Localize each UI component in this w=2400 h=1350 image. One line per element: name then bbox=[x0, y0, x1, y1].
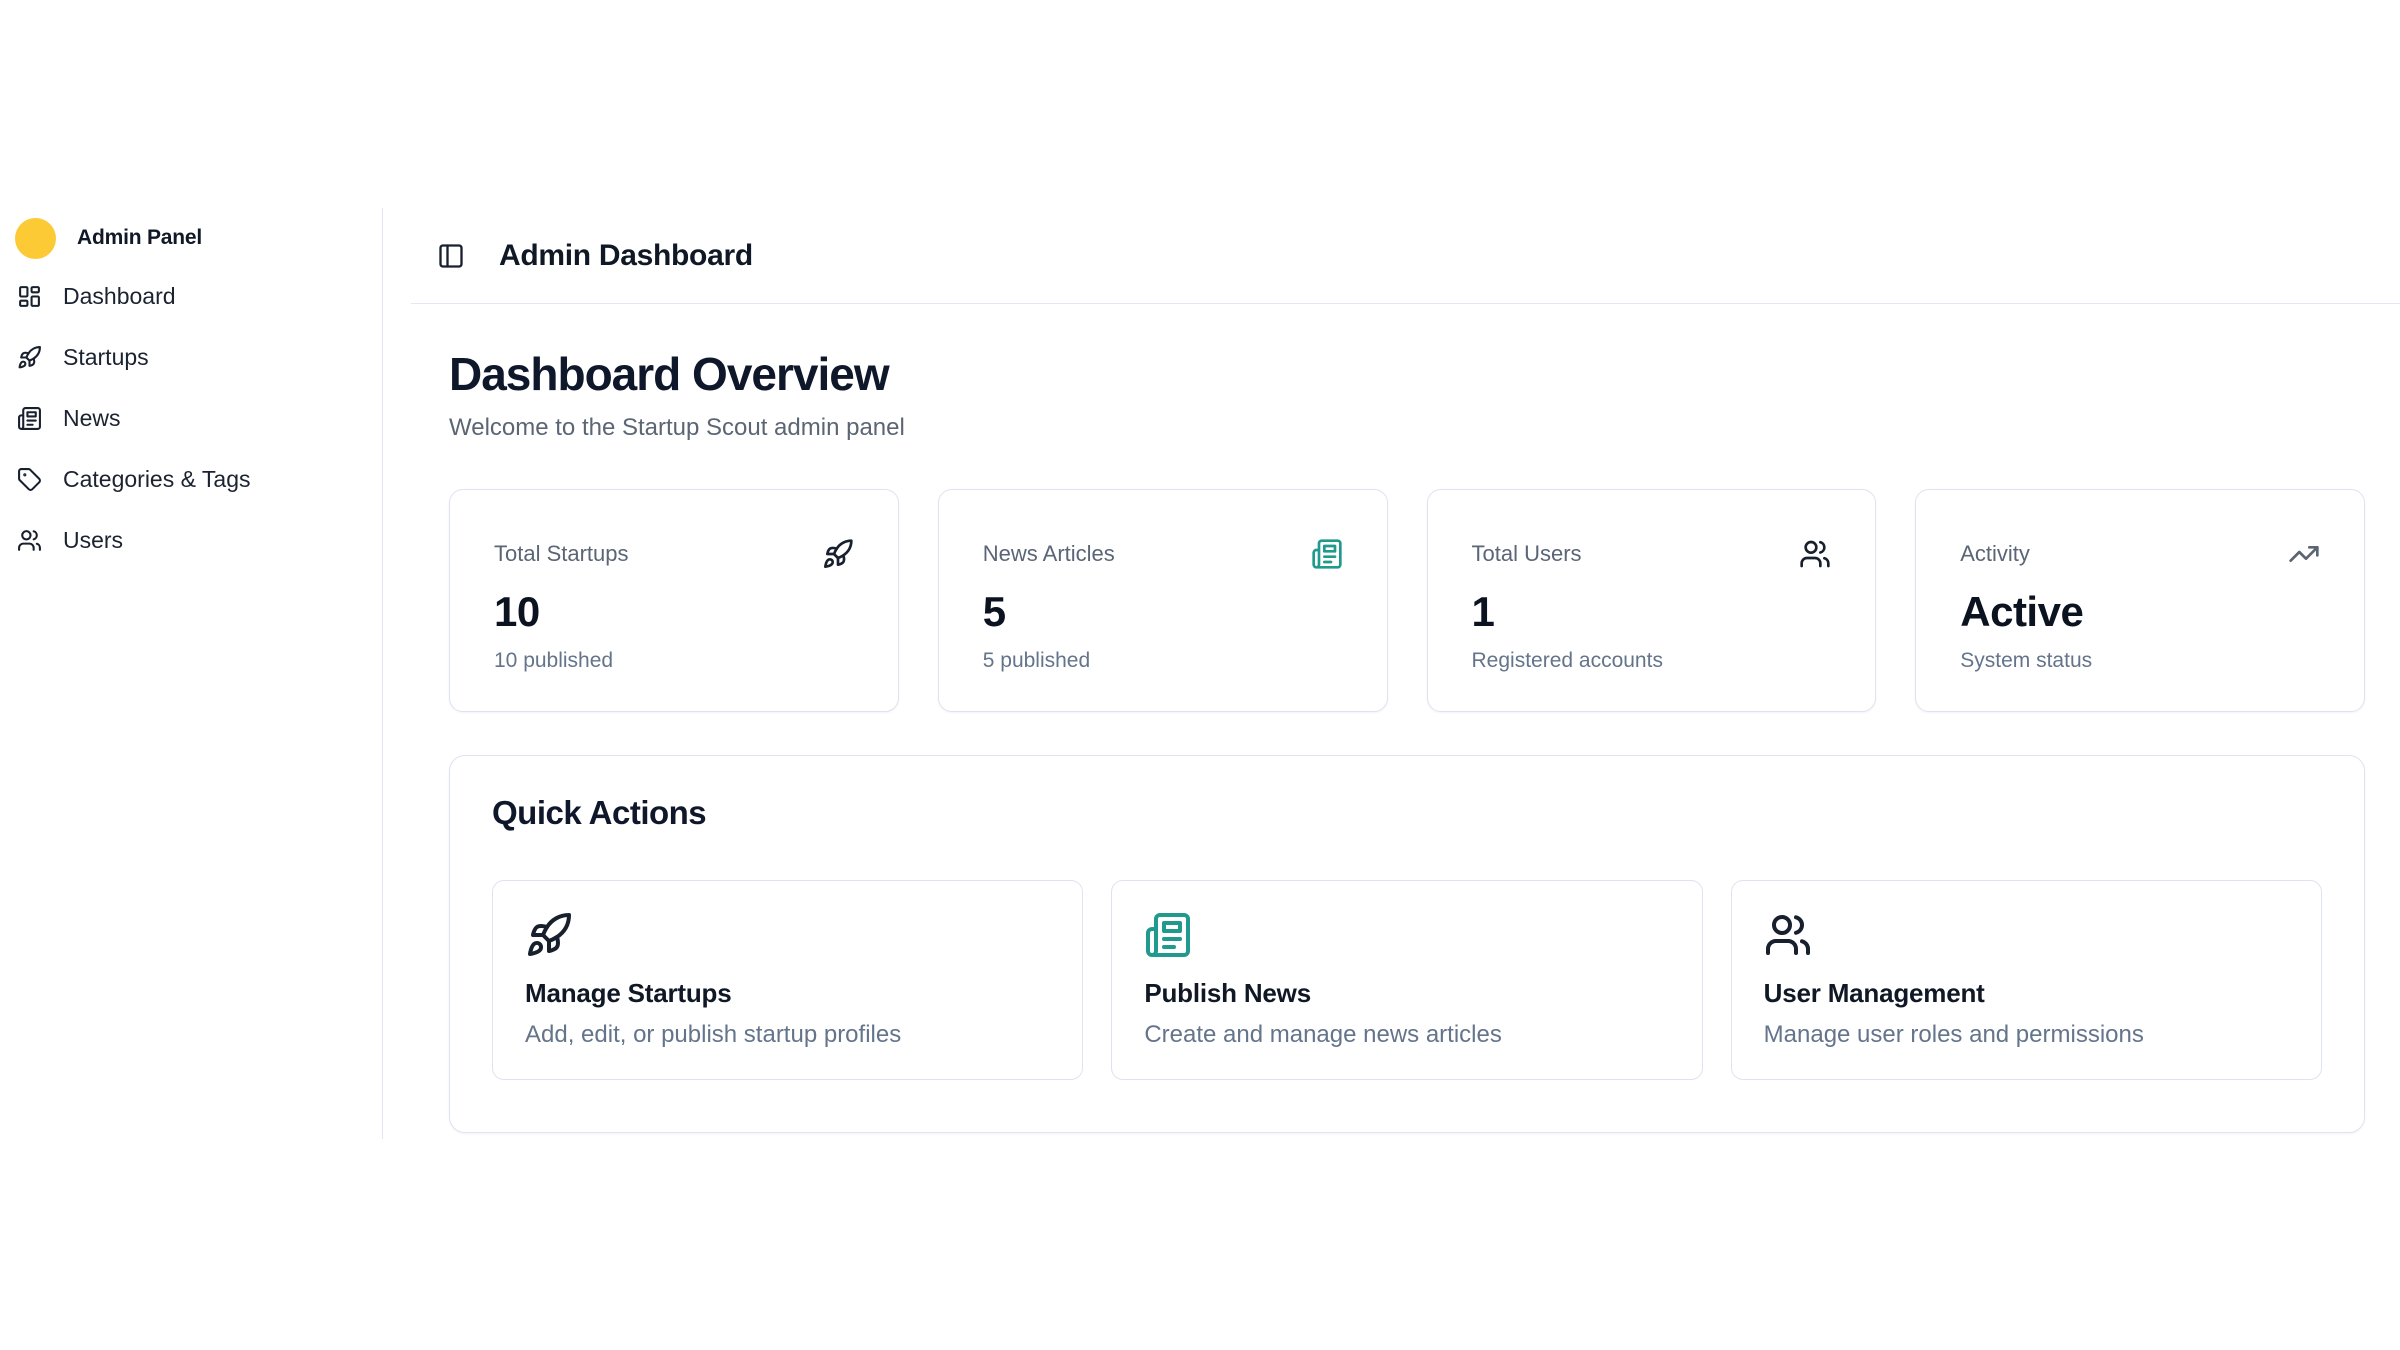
quick-actions-panel: Quick Actions Manage Startups Add, edit,… bbox=[449, 755, 2365, 1133]
stat-sub: 5 published bbox=[983, 650, 1343, 671]
sidebar-item-label: Categories & Tags bbox=[63, 468, 251, 491]
admin-app: Admin Panel Dashboard Startups News Cate… bbox=[0, 208, 2400, 1139]
stat-card-total-users: Total Users 1 Registered accounts bbox=[1427, 489, 1877, 712]
rocket-icon bbox=[525, 911, 573, 959]
sidebar-item-label: News bbox=[63, 407, 121, 430]
stat-value: 1 bbox=[1472, 591, 1832, 633]
page-title: Admin Dashboard bbox=[499, 239, 753, 273]
action-card-manage-startups[interactable]: Manage Startups Add, edit, or publish st… bbox=[492, 880, 1083, 1080]
sidebar-item-label: Startups bbox=[63, 346, 149, 369]
sidebar-item-dashboard[interactable]: Dashboard bbox=[15, 270, 368, 322]
sidebar-item-categories-tags[interactable]: Categories & Tags bbox=[15, 453, 368, 505]
users-icon bbox=[1799, 538, 1831, 570]
layout-dashboard-icon bbox=[17, 284, 42, 309]
quick-actions-grid: Manage Startups Add, edit, or publish st… bbox=[492, 880, 2322, 1080]
action-description: Add, edit, or publish startup profiles bbox=[525, 1022, 1050, 1048]
action-card-publish-news[interactable]: Publish News Create and manage news arti… bbox=[1111, 880, 1702, 1080]
quick-actions-title: Quick Actions bbox=[492, 793, 2322, 833]
newspaper-icon bbox=[1144, 911, 1192, 959]
action-title: User Management bbox=[1764, 980, 2289, 1006]
tag-icon bbox=[17, 467, 42, 492]
stats-grid: Total Startups 10 10 published News Arti… bbox=[449, 489, 2365, 712]
overview-subtitle: Welcome to the Startup Scout admin panel bbox=[449, 416, 2365, 440]
panel-left-icon[interactable] bbox=[437, 242, 465, 270]
action-description: Create and manage news articles bbox=[1144, 1022, 1669, 1048]
overview-title: Dashboard Overview bbox=[449, 351, 2365, 397]
top-header: Admin Dashboard bbox=[411, 208, 2400, 304]
users-icon bbox=[1764, 911, 1812, 959]
stat-value: Active bbox=[1960, 591, 2320, 633]
stat-sub: System status bbox=[1960, 650, 2320, 671]
brand-logo bbox=[15, 218, 56, 259]
dashboard-content: Dashboard Overview Welcome to the Startu… bbox=[383, 304, 2400, 1133]
action-description: Manage user roles and permissions bbox=[1764, 1022, 2289, 1048]
stat-label: Activity bbox=[1960, 541, 2030, 567]
action-title: Publish News bbox=[1144, 980, 1669, 1006]
stat-sub: Registered accounts bbox=[1472, 650, 1832, 671]
rocket-icon bbox=[17, 345, 42, 370]
stat-value: 10 bbox=[494, 591, 854, 633]
sidebar: Admin Panel Dashboard Startups News Cate… bbox=[0, 208, 383, 1139]
stat-label: News Articles bbox=[983, 541, 1115, 567]
sidebar-nav: Dashboard Startups News Categories & Tag… bbox=[15, 270, 368, 566]
action-title: Manage Startups bbox=[525, 980, 1050, 1006]
stat-label: Total Users bbox=[1472, 541, 1582, 567]
sidebar-item-label: Dashboard bbox=[63, 285, 176, 308]
action-card-user-management[interactable]: User Management Manage user roles and pe… bbox=[1731, 880, 2322, 1080]
sidebar-item-label: Users bbox=[63, 529, 123, 552]
stat-card-news-articles: News Articles 5 5 published bbox=[938, 489, 1388, 712]
stat-sub: 10 published bbox=[494, 650, 854, 671]
stat-card-total-startups: Total Startups 10 10 published bbox=[449, 489, 899, 712]
brand: Admin Panel bbox=[15, 216, 368, 260]
main-area: Admin Dashboard Dashboard Overview Welco… bbox=[383, 208, 2400, 1139]
sidebar-item-users[interactable]: Users bbox=[15, 514, 368, 566]
sidebar-item-news[interactable]: News bbox=[15, 392, 368, 444]
stat-card-activity: Activity Active System status bbox=[1915, 489, 2365, 712]
trending-up-icon bbox=[2288, 538, 2320, 570]
stat-label: Total Startups bbox=[494, 541, 629, 567]
users-icon bbox=[17, 528, 42, 553]
brand-label: Admin Panel bbox=[77, 226, 202, 250]
newspaper-icon bbox=[1311, 538, 1343, 570]
stat-value: 5 bbox=[983, 591, 1343, 633]
newspaper-icon bbox=[17, 406, 42, 431]
sidebar-item-startups[interactable]: Startups bbox=[15, 331, 368, 383]
rocket-icon bbox=[822, 538, 854, 570]
